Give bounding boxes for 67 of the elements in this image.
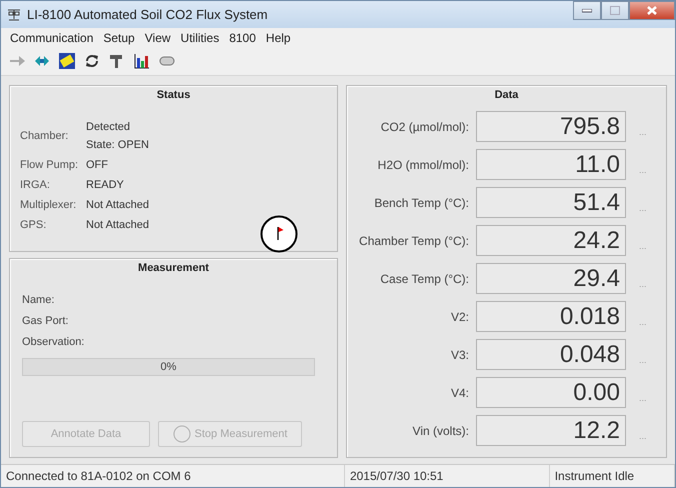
- status-label: Multiplexer:: [20, 199, 78, 211]
- status-value: READY: [86, 179, 125, 191]
- window-title: LI-8100 Automated Soil CO2 Flux System: [27, 7, 269, 22]
- more-button[interactable]: ...: [639, 382, 647, 402]
- circle-icon: [172, 425, 191, 443]
- value-display: 11.0: [476, 149, 626, 180]
- more-button[interactable]: ...: [639, 268, 647, 288]
- menu-item[interactable]: Communication: [5, 31, 98, 45]
- field-label: Observation:: [22, 336, 86, 348]
- chip-icon[interactable]: [59, 53, 75, 69]
- minimize-icon: [582, 8, 592, 12]
- status-value: Not Attached: [86, 219, 150, 231]
- more-button[interactable]: ...: [639, 420, 647, 440]
- status-value: OFF: [86, 159, 109, 171]
- menu-item[interactable]: Help: [260, 31, 296, 45]
- status-text: Connected to 81A-0102 on COM 6: [1, 465, 345, 487]
- more-button[interactable]: ...: [639, 154, 647, 174]
- minimize-button[interactable]: [573, 1, 601, 20]
- data-label: V4:: [450, 386, 470, 400]
- field-label: Name:: [22, 294, 56, 306]
- status-text: Instrument Idle: [550, 465, 675, 487]
- progress-reading: 0%: [160, 361, 176, 373]
- flag-icon: [260, 215, 298, 253]
- status-text: 2015/07/30 10:51: [344, 465, 550, 487]
- data-label: Bench Temp (°C):: [373, 196, 470, 210]
- scale-icon: [7, 8, 21, 22]
- value-display: 795.8: [476, 111, 626, 142]
- data-label: Case Temp (°C):: [379, 272, 470, 286]
- data-label: H2O (mmol/mol):: [376, 158, 470, 172]
- status-value: Detected: [86, 121, 132, 133]
- status-value: Not Attached: [86, 199, 150, 211]
- status-value: State: OPEN: [86, 139, 150, 151]
- value-display: 0.048: [476, 339, 626, 370]
- more-button[interactable]: ...: [639, 230, 647, 250]
- value-display: 24.2: [476, 225, 626, 256]
- more-button[interactable]: ...: [639, 306, 647, 326]
- refresh-icon[interactable]: [84, 53, 100, 69]
- bar-chart-icon[interactable]: [134, 53, 150, 69]
- value-display: 0.00: [476, 377, 626, 408]
- status-label: Chamber:: [20, 130, 70, 142]
- data-label: Chamber Temp (°C):: [358, 234, 470, 248]
- field-label: Gas Port:: [22, 315, 70, 327]
- status-label: Flow Pump:: [20, 159, 80, 171]
- menu-item[interactable]: View: [140, 31, 176, 45]
- close-icon: [647, 6, 657, 15]
- value-display: 0.018: [476, 301, 626, 332]
- data-label: V3:: [450, 348, 470, 362]
- panel-title: Data: [494, 88, 520, 103]
- maximize-icon: [610, 6, 620, 15]
- menu-item[interactable]: 8100: [224, 31, 261, 45]
- double-arrow-icon[interactable]: [34, 53, 50, 69]
- data-label: V2:: [450, 310, 470, 324]
- menu-item[interactable]: Utilities: [176, 31, 224, 45]
- panel-title: Status: [156, 88, 192, 103]
- more-button[interactable]: ...: [639, 116, 647, 136]
- data-label: Vin (volts):: [412, 424, 470, 438]
- status-label: IRGA:: [20, 179, 51, 191]
- menu-item[interactable]: Setup: [98, 31, 140, 45]
- value-display: 12.2: [476, 415, 626, 446]
- status-label: GPS:: [20, 219, 48, 231]
- close-button[interactable]: [629, 1, 675, 20]
- more-button[interactable]: ...: [639, 344, 647, 364]
- value-display: 29.4: [476, 263, 626, 294]
- value-display: 51.4: [476, 187, 626, 218]
- panel-title: Measurement: [137, 261, 210, 276]
- more-button[interactable]: ...: [639, 192, 647, 212]
- data-label: CO2 (µmol/mol):: [380, 120, 470, 134]
